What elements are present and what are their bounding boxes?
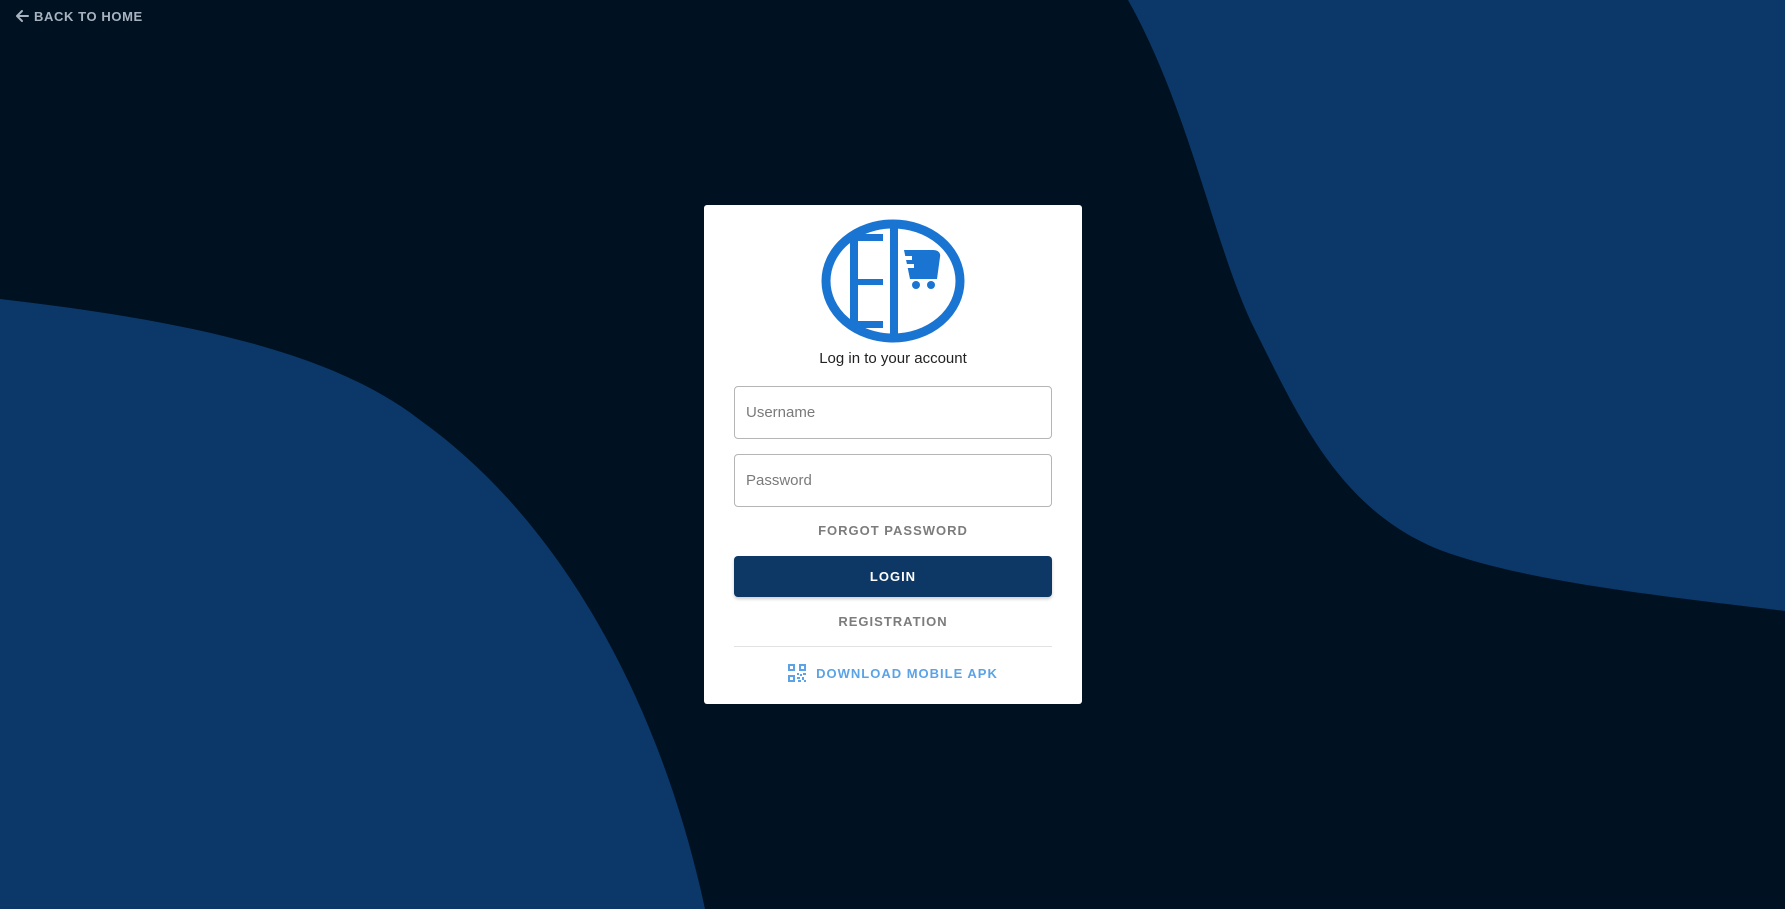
login-heading: Log in to your account [819, 350, 967, 367]
wave-right [1128, 0, 1785, 611]
download-apk-button[interactable]: DOWNLOAD MOBILE APK [734, 662, 1052, 684]
registration-button[interactable]: REGISTRATION [734, 614, 1052, 629]
ep-cart-logo [821, 219, 965, 343]
back-to-home-label: BACK TO HOME [34, 8, 143, 24]
divider [734, 646, 1052, 647]
forgot-password-button[interactable]: FORGOT PASSWORD [734, 523, 1052, 538]
login-button[interactable]: LOGIN [734, 556, 1052, 597]
download-apk-label: DOWNLOAD MOBILE APK [816, 665, 998, 681]
qr-code-icon [788, 664, 807, 682]
wave-left [0, 299, 705, 909]
username-input[interactable] [734, 386, 1052, 439]
arrow-left-icon [14, 8, 30, 24]
back-to-home-link[interactable]: BACK TO HOME [14, 6, 143, 26]
login-card: Log in to your account FORGOT PASSWORD L… [704, 205, 1082, 704]
password-input[interactable] [734, 454, 1052, 507]
